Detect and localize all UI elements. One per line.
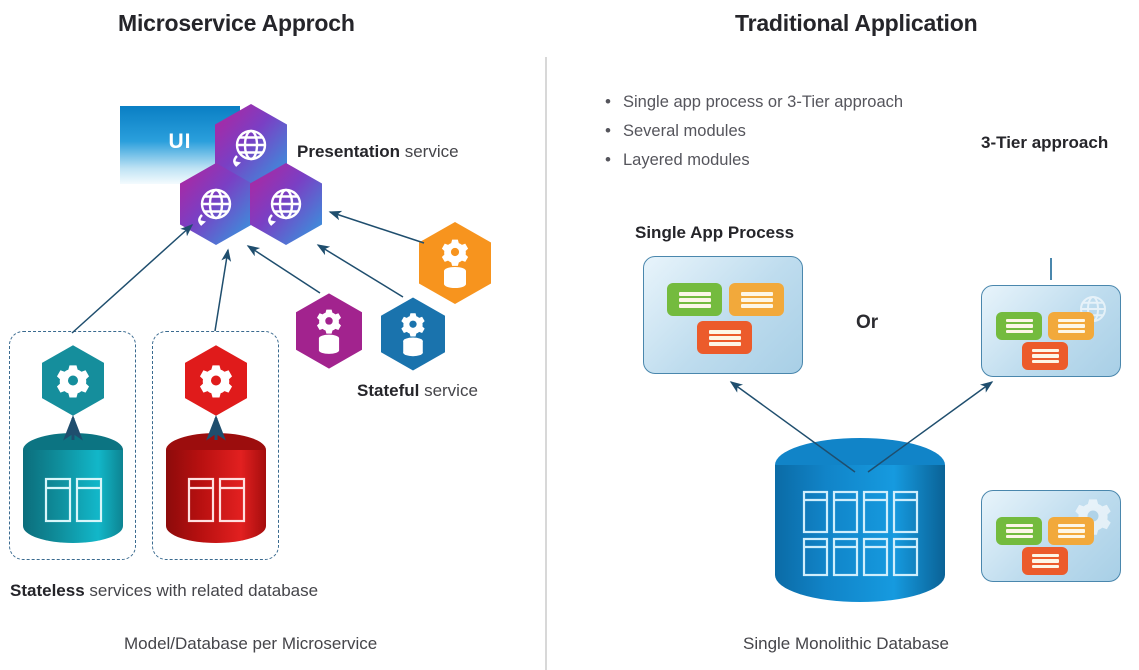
left-panel-title: Microservice Approch [118,10,355,36]
red-module [1022,547,1068,575]
diagram-canvas: Microservice Approch UI Presentation ser… [0,0,1139,670]
blue-stateful-service[interactable] [381,297,445,371]
stateless-caption: Stateless services with related database [10,581,318,601]
stateful-service-label-bold: Stateful [357,381,420,400]
presentation-service-label-rest: service [399,142,459,161]
stateless-caption-rest: services with related database [84,581,319,600]
arrow-blue-to-presentation [316,244,404,298]
presentation-hex-right[interactable] [250,163,322,245]
teal-gear-hexagon [42,345,104,416]
orange-stateful-service[interactable] [419,222,491,304]
presentation-tier-box[interactable] [981,285,1121,377]
list-item: Single app process or 3-Tier approach [605,87,903,117]
red-gear-hexagon [185,345,247,416]
presentation-service-label: Presentation service [297,142,459,162]
right-panel-title: Traditional Application [735,10,978,36]
red-module [1022,342,1068,370]
purple-stateful-service[interactable] [296,293,362,369]
or-label: Or [856,312,879,333]
green-module [996,517,1042,545]
right-bottom-caption: Single Monolithic Database [743,634,950,653]
teal-database [22,432,124,544]
traditional-bullet-list: Single app process or 3-Tier approach Se… [605,87,903,175]
ui-box-label: UI [168,130,192,153]
arrow-teal-to-presentation [71,223,194,334]
presentation-hex-left[interactable] [180,163,252,245]
logic-tier-box[interactable] [981,490,1121,582]
stateful-service-label: Stateful service [357,381,478,401]
presentation-service-label-bold: Presentation [297,142,400,161]
red-module [697,321,752,354]
red-database [165,432,267,544]
orange-module [729,283,784,316]
green-module [667,283,722,316]
single-app-process-title: Single App Process [635,223,795,242]
arrow-orange-to-presentation [328,210,425,244]
stateless-caption-bold: Stateless [10,581,85,600]
green-module [996,312,1042,340]
arrow-red-to-presentation [214,248,232,332]
three-tier-title: 3-Tier approach [981,133,1109,152]
orange-module [1048,517,1094,545]
tier-connector-line [1050,258,1052,280]
list-item: Several modules [605,116,903,146]
arrow-purple-to-presentation [246,245,321,294]
list-item: Layered modules [605,145,903,175]
single-app-process-box[interactable] [643,256,803,374]
left-bottom-caption: Model/Database per Microservice [124,634,378,653]
panel-divider [545,57,547,670]
stateful-service-label-rest: service [419,381,478,400]
monolithic-database [774,437,946,605]
orange-module [1048,312,1094,340]
